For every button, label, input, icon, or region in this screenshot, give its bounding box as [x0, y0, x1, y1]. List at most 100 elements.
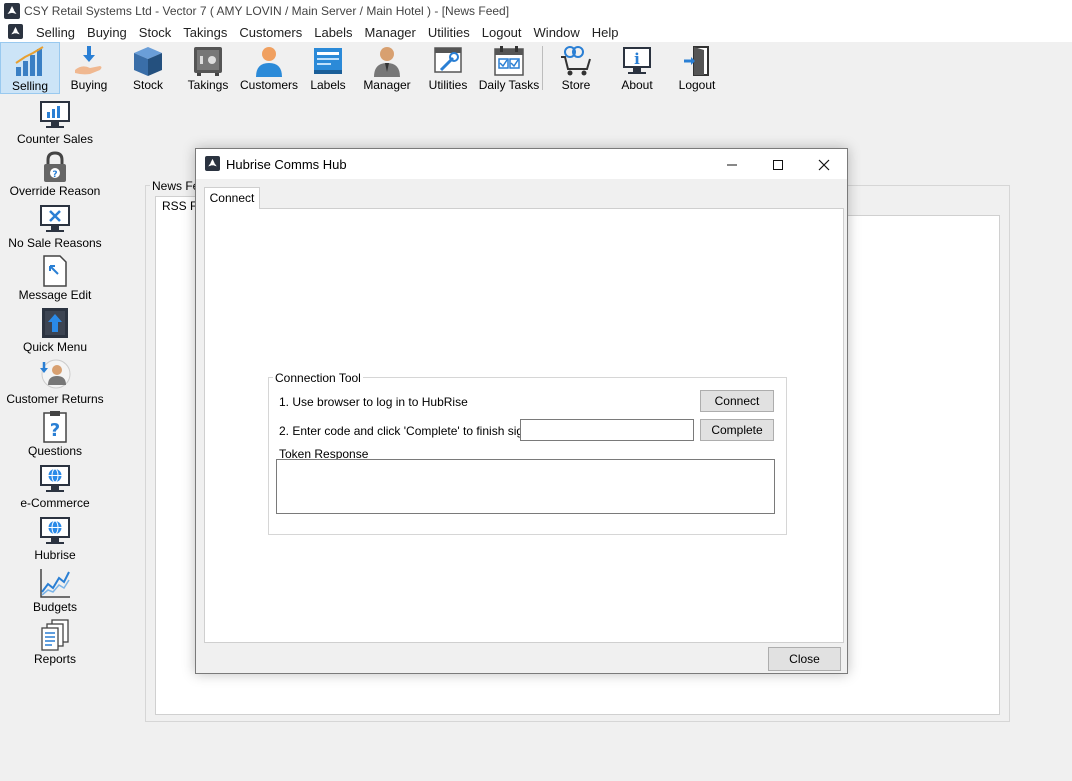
sidebar-item-quick-menu[interactable]: Quick Menu	[0, 306, 110, 358]
toolbar-logout-label: Logout	[678, 78, 716, 92]
toolbar-daily-tasks-label: Daily Tasks	[478, 78, 540, 92]
globe-monitor-icon	[40, 517, 70, 544]
toolbar-stock-label: Stock	[132, 78, 163, 92]
logout-door-icon	[684, 46, 709, 76]
toolbar-customers-button[interactable]: Customers	[238, 42, 300, 94]
toolbar-labels-label: Labels	[310, 78, 346, 92]
sidebar-item-budgets[interactable]: Budgets	[0, 566, 110, 618]
sidebar-item-label: No Sale Reasons	[8, 236, 102, 250]
window-title: CSY Retail Systems Ltd - Vector 7 ( AMY …	[24, 4, 510, 18]
reports-icon	[41, 619, 69, 651]
safe-icon	[194, 47, 222, 76]
menu-selling[interactable]: Selling	[30, 25, 81, 40]
menu-stock[interactable]: Stock	[133, 25, 178, 40]
sidebar-item-label: Customer Returns	[6, 392, 104, 406]
sidebar-item-label: Message Edit	[18, 288, 92, 302]
store-cart-icon	[561, 46, 591, 76]
toolbar-selling-button[interactable]: Selling	[0, 42, 60, 94]
dialog-titlebar: Hubrise Comms Hub	[196, 149, 847, 179]
sidebar-item-label: Counter Sales	[16, 132, 94, 146]
globe-monitor-icon	[40, 465, 70, 492]
sidebar-item-label: Override Reason	[9, 184, 101, 198]
sidebar-item-e-commerce[interactable]: e-Commerce	[0, 462, 110, 514]
menu-customers[interactable]: Customers	[233, 25, 308, 40]
svg-text:i: i	[634, 50, 640, 68]
code-input[interactable]	[520, 419, 694, 441]
sidebar-item-reports[interactable]: Reports	[0, 618, 110, 670]
toolbar-labels-button[interactable]: Labels	[300, 42, 356, 94]
sidebar-item-customer-returns[interactable]: Customer Returns	[0, 358, 110, 410]
selling-chart-icon	[15, 46, 44, 76]
utilities-window-icon	[434, 47, 462, 73]
minimize-button[interactable]	[709, 149, 755, 179]
toolbar-buying-label: Buying	[70, 78, 108, 92]
toolbar-stock-button[interactable]: Stock	[118, 42, 178, 94]
sidebar-item-override-reason[interactable]: ? Override Reason	[0, 150, 110, 202]
toolbar-daily-tasks-button[interactable]: Daily Tasks	[478, 42, 540, 94]
sidebar-item-counter-sales[interactable]: Counter Sales	[0, 98, 110, 150]
menu-takings[interactable]: Takings	[177, 25, 233, 40]
maximize-icon	[773, 160, 783, 171]
close-icon	[818, 159, 830, 171]
app-menu-icon[interactable]	[8, 24, 23, 39]
toolbar-manager-button[interactable]: Manager	[356, 42, 418, 94]
menu-window[interactable]: Window	[528, 25, 586, 40]
no-sale-icon	[40, 205, 70, 232]
toolbar-buying-button[interactable]: Buying	[60, 42, 118, 94]
customer-person-icon	[256, 47, 282, 77]
sidebar-item-label: e-Commerce	[20, 496, 90, 510]
minimize-icon	[727, 164, 737, 166]
tab-connect[interactable]: Connect	[204, 187, 260, 209]
questions-icon: ?	[43, 411, 67, 443]
toolbar-manager-label: Manager	[363, 78, 411, 92]
toolbar-selling-label: Selling	[11, 79, 49, 93]
toolbar-store-button[interactable]: Store	[548, 42, 604, 94]
toolbar-separator	[542, 46, 543, 90]
hubrise-dialog: Hubrise Comms Hub Connect Connection Too…	[195, 148, 848, 674]
connection-tool-legend: Connection Tool	[273, 371, 363, 385]
manager-person-icon	[374, 47, 400, 77]
menu-utilities[interactable]: Utilities	[422, 25, 476, 40]
sidebar-item-label: Quick Menu	[22, 340, 88, 354]
menu-buying[interactable]: Buying	[81, 25, 133, 40]
sidebar-item-questions[interactable]: ? Questions	[0, 410, 110, 462]
svg-text:?: ?	[50, 420, 60, 441]
app-logo-icon	[4, 3, 20, 19]
toolbar-customers-label: Customers	[239, 78, 298, 92]
close-window-button[interactable]	[801, 149, 847, 179]
toolbar-store-label: Store	[561, 78, 591, 92]
toolbar-takings-button[interactable]: Takings	[178, 42, 238, 94]
step2-text: 2. Enter code and click 'Complete' to fi…	[279, 424, 544, 438]
sidebar-item-hubrise[interactable]: Hubrise	[0, 514, 110, 566]
budgets-chart-icon	[40, 569, 70, 598]
toolbar-utilities-button[interactable]: Utilities	[418, 42, 478, 94]
sidebar-item-label: Questions	[27, 444, 83, 458]
sidebar-item-label: Hubrise	[34, 548, 76, 562]
counter-sales-icon	[40, 101, 70, 128]
toolbar-about-button[interactable]: i About	[608, 42, 666, 94]
menu-labels[interactable]: Labels	[308, 25, 358, 40]
menu-manager[interactable]: Manager	[359, 25, 422, 40]
customer-returns-icon	[40, 359, 71, 389]
menu-help[interactable]: Help	[586, 25, 625, 40]
sidebar-item-message-edit[interactable]: Message Edit	[0, 254, 110, 306]
dialog-title: Hubrise Comms Hub	[226, 157, 347, 172]
padlock-icon: ?	[44, 151, 66, 182]
toolbar-logout-button[interactable]: Logout	[668, 42, 726, 94]
toolbar-about-label: About	[621, 78, 653, 92]
menu-logout[interactable]: Logout	[476, 25, 528, 40]
complete-button[interactable]: Complete	[700, 419, 774, 441]
close-button[interactable]: Close	[768, 647, 841, 671]
sidebar-item-no-sale-reasons[interactable]: No Sale Reasons	[0, 202, 110, 254]
svg-text:?: ?	[52, 170, 57, 180]
step1-text: 1. Use browser to log in to HubRise	[279, 395, 468, 409]
connect-button[interactable]: Connect	[700, 390, 774, 412]
sidebar-item-label: Budgets	[32, 600, 78, 614]
dialog-app-icon	[205, 156, 220, 171]
stock-box-icon	[134, 47, 162, 76]
token-response-field[interactable]	[276, 459, 775, 514]
connect-tab-panel: Connection Tool 1. Use browser to log in…	[204, 208, 844, 643]
calendar-icon	[494, 46, 524, 76]
message-edit-icon	[43, 255, 67, 287]
maximize-button[interactable]	[755, 149, 801, 179]
